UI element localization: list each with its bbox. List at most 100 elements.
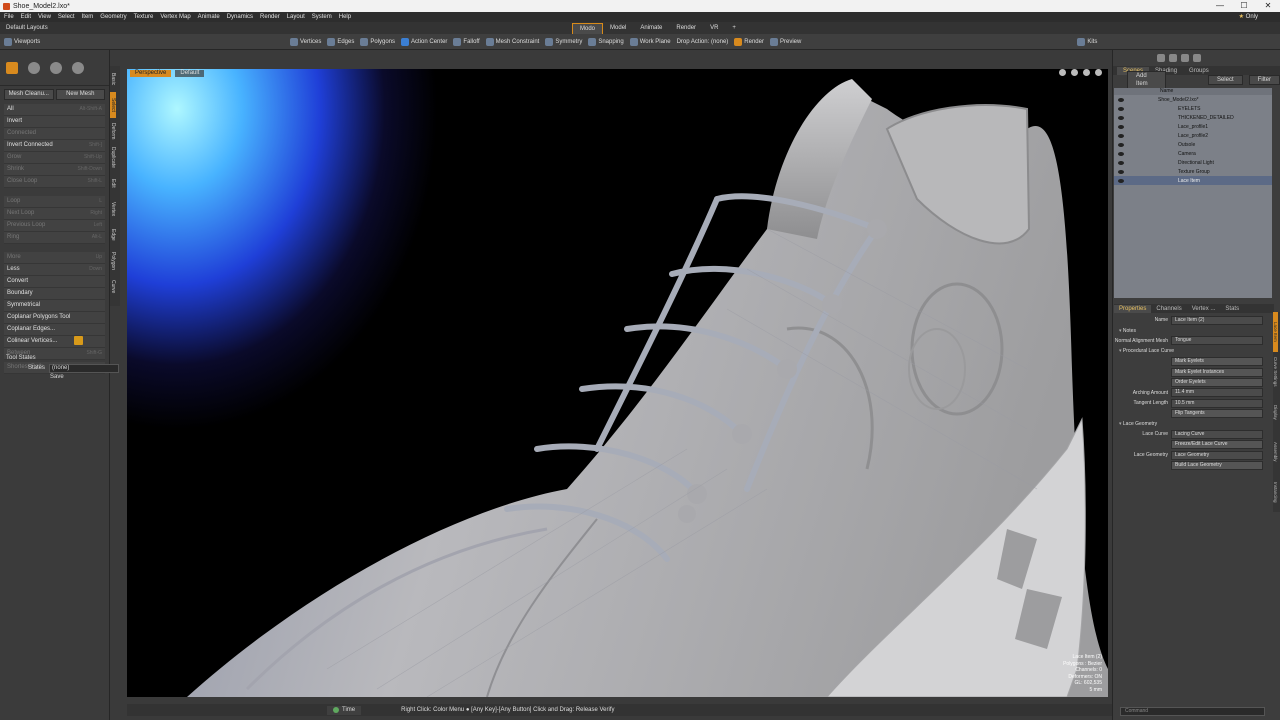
arching-field[interactable]: 11.4 mm (1171, 388, 1263, 398)
rotate-tool-icon[interactable] (50, 61, 62, 74)
layout-selector[interactable]: Default Layouts (0, 25, 120, 31)
scene-tree-row[interactable]: Lace_profile1 (1114, 122, 1272, 131)
lace-curve-dropdown[interactable]: Lacing Curve (1171, 429, 1263, 439)
minimize-button[interactable]: — (1208, 0, 1232, 12)
lace-geometry-dropdown[interactable]: Lace Geometry (1171, 450, 1263, 460)
vtab-polygon[interactable]: Polygon (110, 248, 116, 274)
select-menu-item[interactable]: Loop L (4, 196, 105, 208)
vtab-curve[interactable]: Curve (110, 274, 116, 300)
add-tab-button[interactable]: + (725, 23, 743, 33)
shoe-model-render[interactable] (127, 69, 1108, 697)
visibility-eye-icon[interactable] (1118, 115, 1124, 120)
select-menu-item[interactable]: All Alt-Shift-A (4, 104, 105, 116)
save-state-button[interactable]: Save (48, 373, 118, 381)
mesh-cleanup-button[interactable]: Mesh Cleanu... (4, 89, 54, 100)
scene-tree-row[interactable]: Shoe_Model2.lxo* (1114, 95, 1272, 104)
view-type-dropdown[interactable]: Perspective (130, 69, 172, 77)
select-menu-item[interactable]: Symmetrical (4, 300, 105, 312)
select-menu-item[interactable]: Invert (4, 116, 105, 128)
scene-tree-row[interactable]: Lace_profile2 (1114, 131, 1272, 140)
flip-tangents-button[interactable]: Flip Tangents (1171, 409, 1263, 419)
kits-button[interactable]: Kits (1077, 37, 1097, 46)
tab-vr[interactable]: VR (703, 23, 725, 33)
states-dropdown[interactable]: (none) (49, 363, 120, 373)
select-menu-item[interactable]: Colinear Vertices... (4, 336, 105, 348)
build-lace-button[interactable]: Build Lace Geometry (1171, 461, 1263, 471)
render-button[interactable]: Render (734, 37, 764, 46)
time-button[interactable]: Time (327, 705, 362, 715)
select-menu-item[interactable]: Ring Alt-L (4, 232, 105, 244)
zoom-icon[interactable] (1083, 69, 1090, 76)
menu-geometry[interactable]: Geometry (100, 14, 126, 20)
mesh-constraint-button[interactable]: Mesh Constraint (485, 37, 539, 46)
menu-select[interactable]: Select (58, 14, 75, 20)
material-icon[interactable] (1169, 54, 1177, 62)
tab-vertex[interactable]: Vertex ... (1187, 305, 1221, 313)
vtab-edge[interactable]: Edge (110, 222, 116, 248)
menu-vertex-map[interactable]: Vertex Map (160, 14, 190, 20)
menu-texture[interactable]: Texture (134, 14, 154, 20)
visibility-eye-icon[interactable] (1118, 124, 1124, 129)
menu-animate[interactable]: Animate (198, 14, 220, 20)
select-menu-item[interactable]: More Up (4, 252, 105, 264)
tab-properties[interactable]: Properties (1114, 304, 1152, 313)
freeze-edit-button[interactable]: Freeze/Edit Lace Curve (1171, 440, 1263, 450)
edges-button[interactable]: Edges (327, 37, 354, 46)
add-item-button[interactable]: Add Item (1127, 71, 1166, 89)
visibility-eye-icon[interactable] (1118, 178, 1124, 183)
vtab-basic[interactable]: Basic (110, 66, 116, 92)
vtab-deform[interactable]: Deform (110, 118, 116, 144)
tab-animate[interactable]: Animate (633, 23, 669, 33)
menu-help[interactable]: Help (339, 14, 351, 20)
select-menu-item[interactable]: Next Loop Right (4, 208, 105, 220)
visibility-eye-icon[interactable] (1118, 169, 1124, 174)
visibility-eye-icon[interactable] (1118, 106, 1124, 111)
maximize-button[interactable]: ☐ (1232, 0, 1256, 12)
only-toggle[interactable]: ★ Only (1239, 12, 1265, 22)
visibility-eye-icon[interactable] (1118, 97, 1124, 102)
tab-modo[interactable]: Modo (572, 22, 604, 34)
scene-tree-row[interactable]: Outsole (1114, 140, 1272, 149)
vtab-vertex[interactable]: Vertex (110, 196, 116, 222)
vtab-duplicate[interactable]: Duplicate (110, 144, 116, 170)
menu-layout[interactable]: Layout (287, 14, 305, 20)
select-menu-item[interactable]: Boundary (4, 288, 105, 300)
tab-groups[interactable]: Groups (1183, 67, 1215, 75)
select-button[interactable]: Select (1207, 75, 1243, 85)
scale-tool-icon[interactable] (72, 61, 84, 74)
viewports-button[interactable]: Viewports (4, 37, 284, 46)
select-menu-item[interactable]: Close Loop Shift-L (4, 176, 105, 188)
scene-tree-row[interactable]: THICKENED_DETAILED (1114, 113, 1272, 122)
menu-view[interactable]: View (38, 14, 51, 20)
group-icon[interactable] (1181, 54, 1189, 62)
maximize-view-icon[interactable] (1095, 69, 1102, 76)
select-menu-item[interactable]: Invert Connected Shift-] (4, 140, 105, 152)
side-tab-assembly[interactable]: Assembly (1273, 432, 1278, 472)
menu-edit[interactable]: Edit (21, 14, 31, 20)
tab-channels[interactable]: Channels (1151, 305, 1186, 313)
drop-action-select[interactable]: Drop Action: (none) (677, 39, 729, 45)
scene-icon[interactable] (1157, 54, 1165, 62)
select-menu-item[interactable]: Shrink Shift-Down (4, 164, 105, 176)
name-field[interactable]: Lace Item (2) (1171, 315, 1263, 325)
tangent-field[interactable]: 10.5 mm (1171, 398, 1263, 408)
lace-geometry-section[interactable]: Lace Geometry (1113, 421, 1157, 427)
pan-icon[interactable] (1059, 69, 1066, 76)
vtab-select[interactable]: Select (110, 92, 116, 118)
menu-dynamics[interactable]: Dynamics (227, 14, 253, 20)
select-menu-item[interactable]: Grow Shift-Up (4, 152, 105, 164)
vtab-edit[interactable]: Edit (110, 170, 116, 196)
vertices-button[interactable]: Vertices (290, 37, 321, 46)
select-menu-item[interactable]: Less Down (4, 264, 105, 276)
scene-tree-row[interactable]: Camera (1114, 149, 1272, 158)
tab-model[interactable]: Model (603, 23, 633, 33)
tab-stats[interactable]: Stats (1220, 305, 1244, 313)
order-eyelets-button[interactable]: Order Eyelets (1171, 378, 1263, 388)
filter-button[interactable]: Filter (1248, 75, 1280, 85)
action-center-button[interactable]: Action Center (401, 37, 447, 46)
visibility-eye-icon[interactable] (1118, 151, 1124, 156)
visibility-eye-icon[interactable] (1118, 142, 1124, 147)
layers-icon[interactable] (1193, 54, 1201, 62)
preview-button[interactable]: Preview (769, 37, 801, 46)
rotate-view-icon[interactable] (1071, 69, 1078, 76)
